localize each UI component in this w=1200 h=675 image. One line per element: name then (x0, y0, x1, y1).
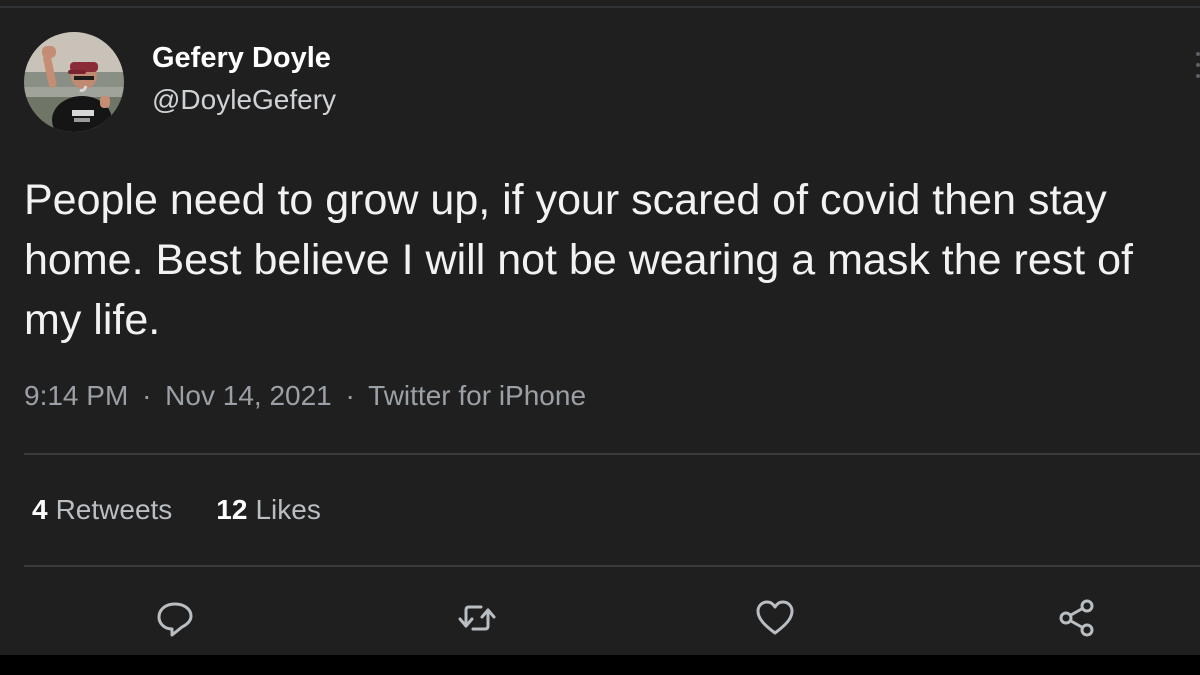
retweets-stat[interactable]: 4 Retweets (32, 494, 172, 526)
dot (1196, 74, 1200, 78)
likes-stat[interactable]: 12 Likes (216, 494, 321, 526)
tweet-source[interactable]: Twitter for iPhone (368, 380, 586, 411)
system-navigation-bar (0, 655, 1200, 675)
avatar[interactable] (24, 32, 124, 132)
dot (1196, 52, 1200, 56)
tweet-text: People need to grow up, if your scared o… (24, 176, 1133, 344)
top-divider (0, 6, 1200, 8)
more-options-icon[interactable] (1190, 52, 1200, 78)
dot (1196, 63, 1200, 67)
tweet-metadata: 9:14 PM · Nov 14, 2021 · Twitter for iPh… (24, 380, 586, 412)
avatar-photo-icon (24, 32, 124, 132)
share-button[interactable] (1055, 596, 1099, 640)
share-icon (1059, 599, 1094, 637)
reply-button[interactable] (153, 596, 197, 640)
likes-label: Likes (255, 494, 321, 525)
reply-icon (157, 602, 193, 637)
user-handle[interactable]: @DoyleGefery (152, 84, 336, 116)
retweets-count: 4 (32, 494, 48, 525)
retweet-icon (458, 605, 496, 631)
separator: · (142, 380, 152, 411)
retweets-label: Retweets (55, 494, 173, 525)
divider (24, 453, 1200, 455)
likes-count: 12 (216, 494, 248, 525)
tweet-time[interactable]: 9:14 PM (24, 380, 128, 411)
display-name[interactable]: Gefery Doyle (152, 42, 331, 75)
retweet-button[interactable] (455, 596, 499, 640)
action-bar (0, 596, 1200, 640)
tweet-date[interactable]: Nov 14, 2021 (165, 380, 332, 411)
like-button[interactable] (753, 596, 797, 640)
separator: · (345, 380, 355, 411)
heart-icon (756, 600, 794, 635)
divider (24, 565, 1200, 567)
tweet-stats: 4 Retweets 12 Likes (32, 494, 321, 526)
